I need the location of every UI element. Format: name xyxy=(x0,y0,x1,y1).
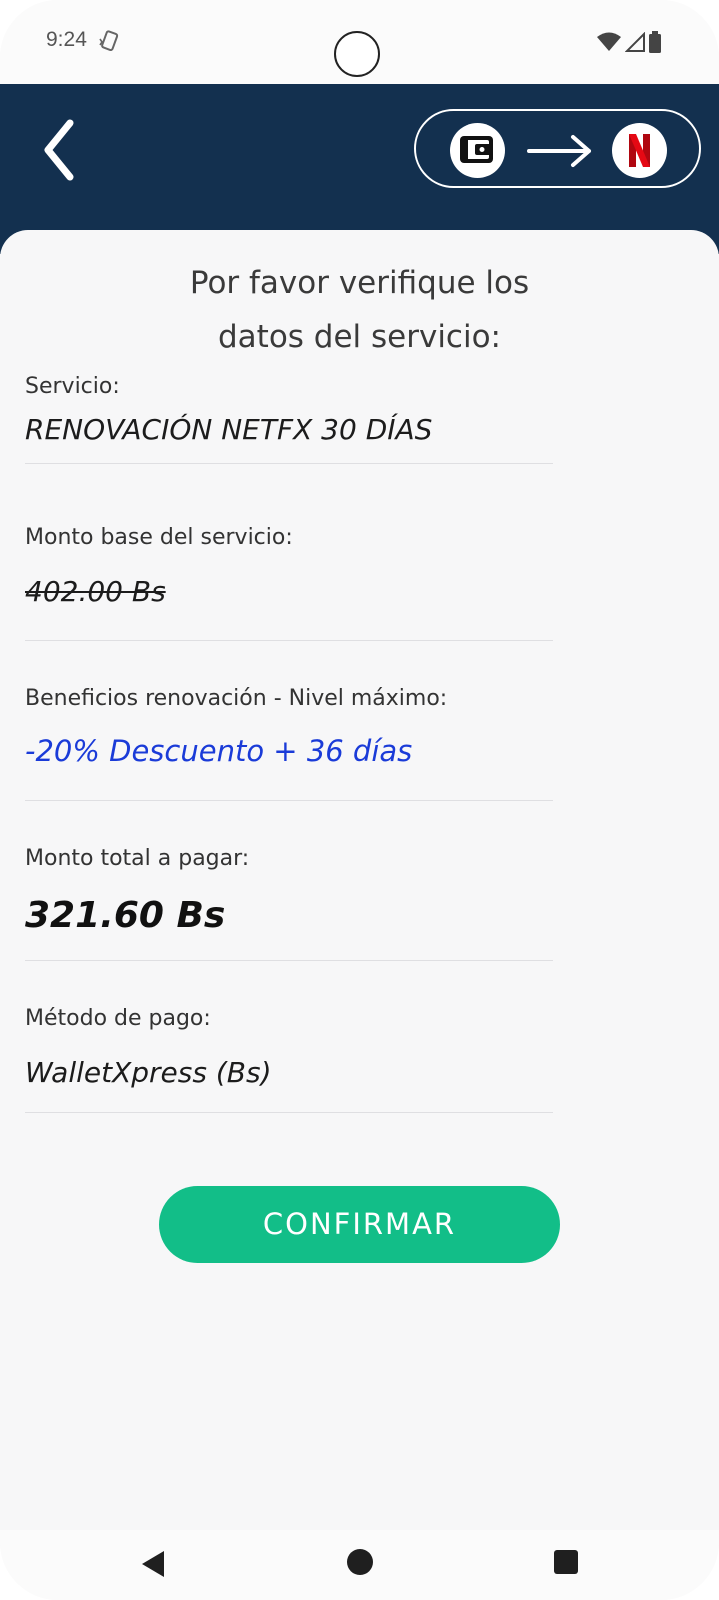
divider xyxy=(25,800,553,801)
transfer-indicator xyxy=(414,109,701,188)
nav-recents-button[interactable] xyxy=(553,1549,579,1575)
arrow-right-icon xyxy=(527,135,591,167)
divider xyxy=(25,960,553,961)
total-label: Monto total a pagar: xyxy=(25,846,250,871)
signal-icon xyxy=(625,32,645,52)
back-button[interactable] xyxy=(38,117,82,183)
divider xyxy=(25,463,553,464)
phone-screen: 9:24 Por favor verifique los datos del s… xyxy=(0,0,719,1600)
benefits-value: -20% Descuento + 36 días xyxy=(25,734,413,768)
divider xyxy=(25,640,553,641)
payment-method-label: Método de pago: xyxy=(25,1006,211,1031)
wifi-icon xyxy=(597,32,621,51)
payment-method-value: WalletXpress (Bs) xyxy=(25,1056,272,1089)
title-line-2: datos del servicio: xyxy=(217,319,501,355)
title-line-1: Por favor verifique los xyxy=(189,265,530,301)
vibrate-icon xyxy=(99,30,119,52)
status-bar: 9:24 xyxy=(0,0,719,84)
service-label: Servicio: xyxy=(25,374,120,399)
divider xyxy=(25,1112,553,1113)
status-time: 9:24 xyxy=(46,28,87,51)
navigation-bar xyxy=(0,1530,719,1600)
nav-home-button[interactable] xyxy=(346,1548,374,1576)
netflix-icon xyxy=(612,123,667,178)
confirm-button[interactable]: CONFIRMAR xyxy=(159,1186,560,1263)
page-title: Por favor verifique los datos del servic… xyxy=(0,256,719,364)
service-value: RENOVACIÓN NETFX 30 DÍAS xyxy=(25,413,433,446)
nav-back-button[interactable] xyxy=(138,1548,168,1580)
benefits-label: Beneficios renovación - Nivel máximo: xyxy=(25,686,448,711)
system-icons xyxy=(597,31,661,53)
battery-icon xyxy=(649,31,661,53)
total-value: 321.60 Bs xyxy=(25,895,226,936)
wallet-icon xyxy=(450,123,505,178)
front-camera xyxy=(334,31,380,77)
base-amount-value: 402.00 Bs xyxy=(25,575,166,608)
base-amount-label: Monto base del servicio: xyxy=(25,525,293,550)
